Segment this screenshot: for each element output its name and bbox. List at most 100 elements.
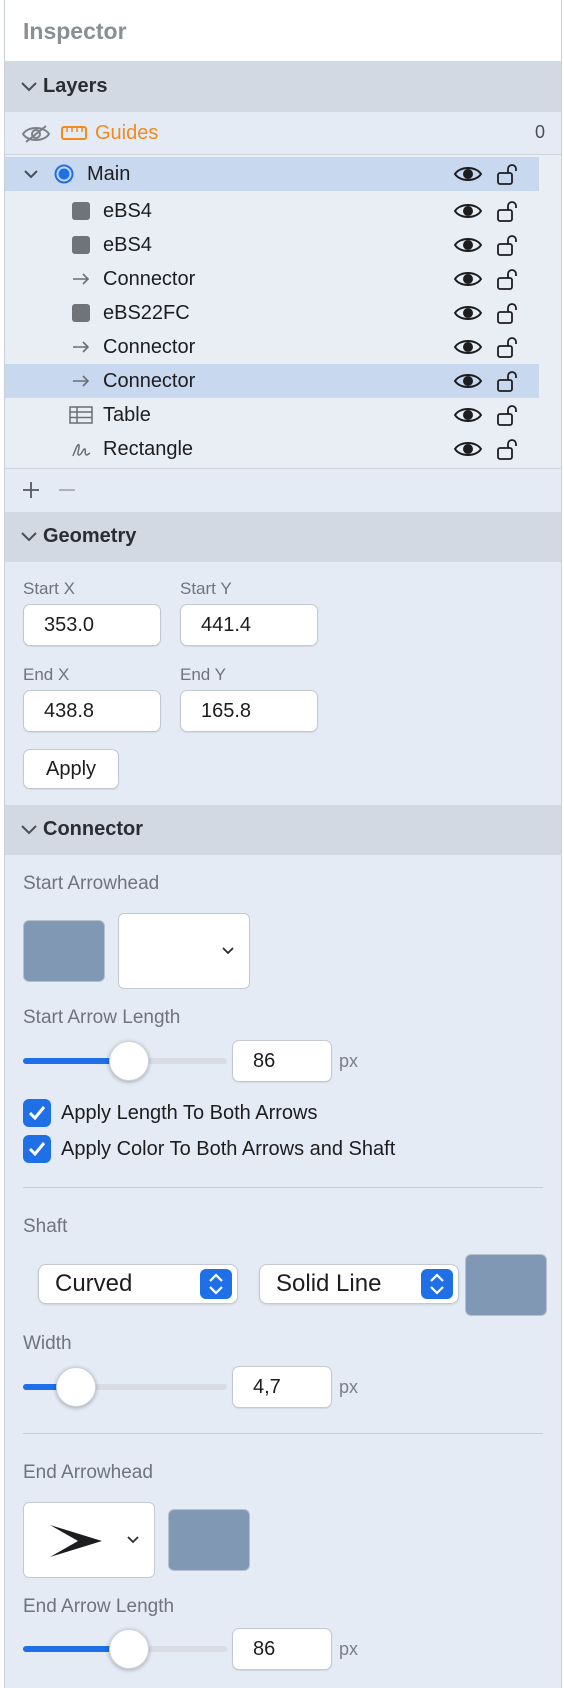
end-y-field[interactable]: 165.8 <box>180 690 318 732</box>
layer-row[interactable]: Connector <box>5 262 561 296</box>
stepper-icon <box>421 1269 453 1299</box>
geometry-section-header[interactable]: Geometry <box>5 512 561 562</box>
connector-section-header[interactable]: Connector <box>5 805 561 855</box>
arrow-right-icon <box>73 375 90 387</box>
layer-name: eBS4 <box>103 200 152 222</box>
layer-name: eBS22FC <box>103 302 190 324</box>
width-slider[interactable] <box>23 1367 227 1407</box>
start-arrow-length-slider[interactable] <box>23 1041 227 1081</box>
layer-row[interactable]: eBS4 <box>5 194 561 228</box>
eye-icon[interactable] <box>453 336 483 358</box>
freehand-icon <box>72 443 91 457</box>
shaft-style-popup[interactable]: Curved <box>38 1264 238 1304</box>
unit-label: px <box>339 1377 359 1397</box>
layer-name: Connector <box>103 370 196 392</box>
inspector-panel: Inspector Layers Guides 0 Main eBS4 eBS4… <box>4 0 562 1688</box>
width-field[interactable]: 4,7 <box>232 1366 332 1408</box>
checkmark-icon <box>28 1142 46 1157</box>
eye-icon[interactable] <box>453 370 483 392</box>
chevron-down-icon <box>21 82 37 92</box>
eye-icon[interactable] <box>453 268 483 290</box>
layer-dot-icon <box>54 164 74 184</box>
geometry-header-label: Geometry <box>43 525 137 547</box>
chevron-down-icon <box>222 947 234 955</box>
layer-row[interactable]: eBS4 <box>5 228 561 262</box>
end-arrowhead-dropdown[interactable] <box>23 1502 155 1578</box>
end-y-label: End Y <box>180 665 227 684</box>
start-y-field[interactable]: 441.4 <box>180 604 318 646</box>
end-arrow-color-swatch[interactable] <box>168 1509 250 1571</box>
inspector-title: Inspector <box>23 18 127 44</box>
unlock-icon[interactable] <box>496 437 520 461</box>
start-arrow-length-field[interactable]: 86 <box>232 1040 332 1082</box>
unlock-icon[interactable] <box>496 267 520 291</box>
unlock-icon[interactable] <box>496 199 520 223</box>
layer-row-selected[interactable]: Connector <box>5 364 539 398</box>
layer-row[interactable]: eBS22FC <box>5 296 561 330</box>
unlock-icon[interactable] <box>496 403 520 427</box>
connector-header-label: Connector <box>43 818 143 840</box>
start-arrowhead-dropdown[interactable] <box>118 913 250 989</box>
start-x-field[interactable]: 353.0 <box>23 604 161 646</box>
unit-label: px <box>339 1639 359 1659</box>
chevron-down-icon[interactable] <box>21 164 41 184</box>
square-shape-icon <box>72 236 90 254</box>
remove-layer-button[interactable] <box>57 480 77 500</box>
slider-knob[interactable] <box>109 1041 150 1081</box>
unlock-icon[interactable] <box>496 301 520 325</box>
square-shape-icon <box>72 304 90 322</box>
add-layer-button[interactable] <box>21 480 41 500</box>
eye-icon[interactable] <box>453 438 483 460</box>
divider <box>23 1433 543 1434</box>
apply-length-both-checkbox[interactable] <box>23 1099 51 1127</box>
inspector-header: Inspector <box>5 0 561 62</box>
slider-knob[interactable] <box>56 1367 97 1407</box>
shaft-style-value: Curved <box>55 1270 133 1297</box>
start-arrow-length-label: Start Arrow Length <box>23 1007 181 1028</box>
line-style-popup[interactable]: Solid Line <box>259 1264 459 1304</box>
layers-header-label: Layers <box>43 75 108 97</box>
layers-section-header[interactable]: Layers <box>5 62 561 112</box>
apply-color-all-checkbox[interactable] <box>23 1135 51 1163</box>
layer-row[interactable]: Connector <box>5 330 561 364</box>
eye-icon[interactable] <box>453 163 483 185</box>
table-icon <box>69 406 93 424</box>
apply-length-both-label: Apply Length To Both Arrows <box>61 1102 318 1124</box>
square-shape-icon <box>72 202 90 220</box>
guides-row[interactable]: Guides 0 <box>5 116 561 150</box>
layer-row[interactable]: Table <box>5 398 561 432</box>
layer-name: Connector <box>103 336 196 358</box>
eye-icon[interactable] <box>453 404 483 426</box>
start-y-label: Start Y <box>180 579 232 598</box>
chevron-down-icon <box>21 825 37 835</box>
end-arrow-length-slider[interactable] <box>23 1629 227 1669</box>
unlock-icon[interactable] <box>496 335 520 359</box>
divider <box>23 1187 543 1188</box>
eye-icon[interactable] <box>453 200 483 222</box>
end-arrow-length-field[interactable]: 86 <box>232 1628 332 1670</box>
layer-row-main[interactable]: Main <box>5 157 539 191</box>
chevron-down-icon <box>127 1536 139 1544</box>
eye-slash-icon[interactable] <box>21 123 51 145</box>
stepper-icon <box>200 1269 232 1299</box>
layer-row[interactable]: Rectangle <box>5 432 561 466</box>
arrowhead-style-icon <box>50 1525 102 1557</box>
slider-knob[interactable] <box>109 1629 150 1669</box>
layer-name: eBS4 <box>103 234 152 256</box>
apply-button[interactable]: Apply <box>23 749 119 789</box>
start-arrow-color-swatch[interactable] <box>23 920 105 982</box>
eye-icon[interactable] <box>453 234 483 256</box>
apply-color-all-label: Apply Color To Both Arrows and Shaft <box>61 1138 396 1160</box>
unlock-icon[interactable] <box>496 369 520 393</box>
unlock-icon[interactable] <box>496 233 520 257</box>
shaft-color-swatch[interactable] <box>465 1254 547 1316</box>
end-arrow-length-label: End Arrow Length <box>23 1596 175 1617</box>
end-x-field[interactable]: 438.8 <box>23 690 161 732</box>
arrow-right-icon <box>73 273 90 285</box>
unlock-icon[interactable] <box>496 162 520 186</box>
layer-name: Connector <box>103 268 196 290</box>
width-label: Width <box>23 1333 72 1354</box>
guides-label: Guides <box>95 122 159 144</box>
layer-name: Main <box>87 163 131 185</box>
eye-icon[interactable] <box>453 302 483 324</box>
